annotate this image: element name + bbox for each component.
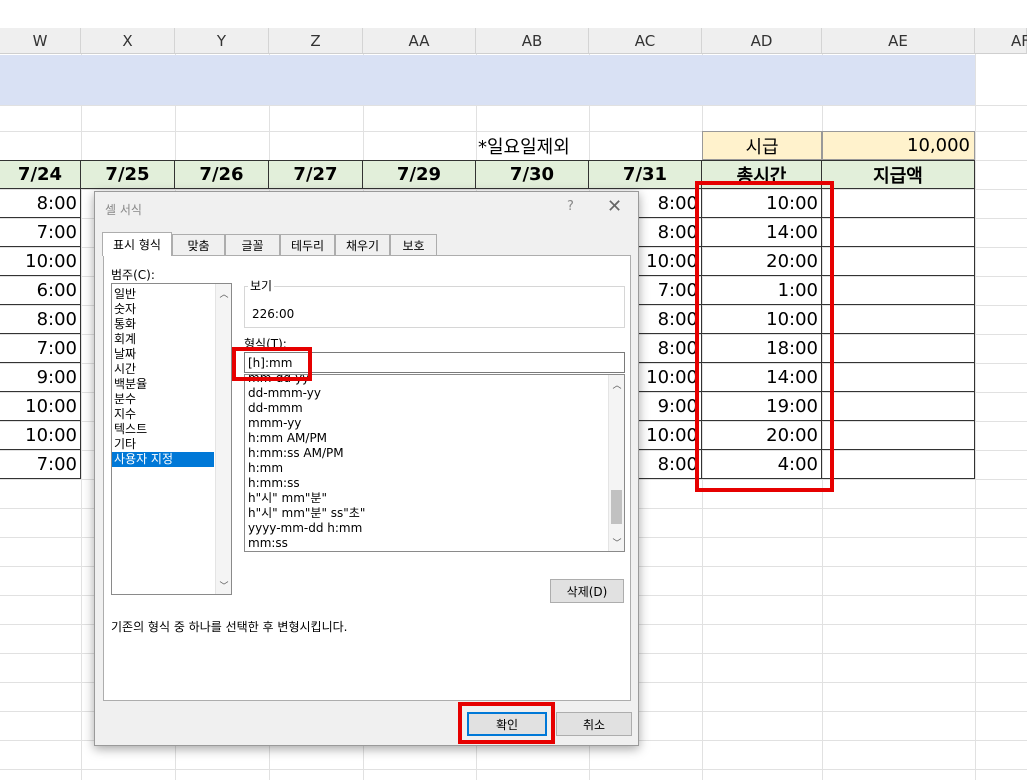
scroll-thumb[interactable] [611, 490, 622, 524]
format-item[interactable]: h:mm:ss [245, 476, 624, 491]
ok-button-highlight [458, 702, 555, 744]
cell-w-value[interactable]: 10:00 [0, 421, 81, 450]
column-header-af[interactable]: AF [975, 28, 1027, 54]
format-item[interactable]: h"시" mm"분" [245, 491, 624, 506]
cell-w-value[interactable]: 7:00 [0, 334, 81, 363]
payment-header: 지급액 [822, 160, 975, 189]
category-list[interactable]: 일반 숫자 통화 회계 날짜 시간 백분율 분수 지수 텍스트 기타 사용자 지정 ︿ ﹀ [111, 283, 232, 595]
format-item[interactable]: yyyy-mm-dd h:mm [245, 521, 624, 536]
format-item[interactable]: h:mm AM/PM [245, 431, 624, 446]
tab-border[interactable]: 테두리 [280, 234, 335, 255]
category-item[interactable]: 분수 [112, 392, 214, 407]
payment-cell[interactable] [822, 305, 975, 334]
format-scrollbar[interactable]: ︿ ﹀ [608, 375, 624, 551]
close-icon[interactable]: ✕ [607, 196, 622, 217]
cell-w-value[interactable]: 7:00 [0, 218, 81, 247]
format-item[interactable]: h"시" mm"분" ss"초" [245, 506, 624, 521]
wage-value[interactable]: 10,000 [822, 131, 975, 160]
category-item[interactable]: 기타 [112, 437, 214, 452]
format-item[interactable]: h:mm:ss AM/PM [245, 446, 624, 461]
format-item[interactable]: dd-mmm-yy [245, 386, 624, 401]
category-item[interactable]: 지수 [112, 407, 214, 422]
payment-cell[interactable] [822, 450, 975, 479]
date-header-7-30: 7/30 [476, 160, 589, 189]
date-header-7-31: 7/31 [589, 160, 702, 189]
column-header-w[interactable]: W [0, 28, 81, 54]
cell-w-value[interactable]: 9:00 [0, 363, 81, 392]
payment-cell[interactable] [822, 218, 975, 247]
format-item[interactable]: h:mm [245, 461, 624, 476]
category-item[interactable]: 통화 [112, 317, 214, 332]
payment-cell[interactable] [822, 334, 975, 363]
column-header-x[interactable]: X [81, 28, 175, 54]
cancel-button[interactable]: 취소 [556, 712, 632, 736]
category-item[interactable]: 숫자 [112, 302, 214, 317]
sample-value: 226:00 [252, 307, 295, 321]
scroll-up-icon[interactable]: ︿ [216, 285, 231, 301]
column-header-aa[interactable]: AA [363, 28, 476, 54]
column-header-y[interactable]: Y [175, 28, 269, 54]
category-item[interactable]: 텍스트 [112, 422, 214, 437]
category-item[interactable]: 백분율 [112, 377, 214, 392]
format-item[interactable]: dd-mmm [245, 401, 624, 416]
tab-fill[interactable]: 채우기 [335, 234, 390, 255]
scroll-up-icon[interactable]: ︿ [609, 376, 624, 392]
format-item[interactable]: mmm-yy [245, 416, 624, 431]
tab-number[interactable]: 표시 형식 [102, 232, 172, 256]
date-header-7-25: 7/25 [81, 160, 175, 189]
cell-w-value[interactable]: 7:00 [0, 450, 81, 479]
toolbar-gap [0, 0, 1027, 29]
category-item[interactable]: 시간 [112, 362, 214, 377]
tab-alignment[interactable]: 맞춤 [172, 234, 225, 255]
sunday-exclusion-note: *일요일제외 [478, 136, 570, 158]
column-header-ae[interactable]: AE [822, 28, 975, 54]
column-header-ad[interactable]: AD [702, 28, 822, 54]
number-tab-panel: 범주(C): 일반 숫자 통화 회계 날짜 시간 백분율 분수 지수 텍스트 기타 사용자 지정 ︿ … [103, 255, 631, 701]
category-item[interactable]: 날짜 [112, 347, 214, 362]
sample-group [244, 286, 625, 328]
date-header-7-26: 7/26 [175, 160, 269, 189]
date-header-7-27: 7/27 [269, 160, 363, 189]
format-item[interactable]: mm:ss [245, 536, 624, 551]
category-scrollbar[interactable]: ︿ ﹀ [215, 284, 231, 594]
title-band [0, 55, 975, 105]
wage-label: 시급 [702, 131, 822, 160]
column-header-z[interactable]: Z [269, 28, 363, 54]
delete-button[interactable]: 삭제(D) [550, 579, 624, 603]
sample-label: 보기 [248, 277, 275, 294]
payment-cell[interactable] [822, 276, 975, 305]
cell-w-value[interactable]: 10:00 [0, 392, 81, 421]
cell-w-value[interactable]: 8:00 [0, 189, 81, 218]
cell-w-value[interactable]: 10:00 [0, 247, 81, 276]
payment-cell[interactable] [822, 421, 975, 450]
column-header-ac[interactable]: AC [589, 28, 702, 54]
category-item[interactable]: 사용자 지정 [112, 452, 214, 467]
format-cells-dialog: 셀 서식 ? ✕ 표시 형식 맞춤 글꼴 테두리 채우기 보호 범주(C): 일… [94, 191, 639, 746]
tab-font[interactable]: 글꼴 [225, 234, 280, 255]
format-list[interactable]: mm-dd-yy dd-mmm-yy dd-mmm mmm-yy h:mm AM/PM h… [244, 374, 625, 552]
payment-cell[interactable] [822, 392, 975, 421]
dialog-title: 셀 서식 [105, 203, 142, 217]
date-header-7-29: 7/29 [363, 160, 476, 189]
category-item[interactable]: 회계 [112, 332, 214, 347]
cell-w-value[interactable]: 8:00 [0, 305, 81, 334]
category-item[interactable]: 일반 [112, 287, 214, 302]
payment-cell[interactable] [822, 363, 975, 392]
format-type-highlight [232, 347, 312, 381]
hint-text: 기존의 형식 중 하나를 선택한 후 변형시킵니다. [111, 620, 348, 634]
column-header-ab[interactable]: AB [476, 28, 589, 54]
scroll-down-icon[interactable]: ﹀ [609, 534, 624, 550]
payment-cell[interactable] [822, 189, 975, 218]
cell-w-value[interactable]: 6:00 [0, 276, 81, 305]
help-button[interactable]: ? [567, 199, 574, 214]
date-header-7-24: 7/24 [0, 160, 81, 189]
total-hours-highlight [695, 181, 834, 492]
payment-cell[interactable] [822, 247, 975, 276]
scroll-down-icon[interactable]: ﹀ [216, 577, 231, 593]
category-label: 범주(C): [111, 268, 155, 282]
tab-protection[interactable]: 보호 [390, 234, 437, 255]
